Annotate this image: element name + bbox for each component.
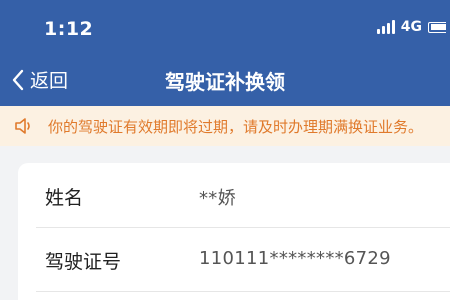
status-time: 1:12 [44, 18, 94, 40]
name-label: 姓名 [45, 187, 84, 209]
name-row: 姓名 **娇 [18, 163, 450, 227]
status-indicators: 4G [376, 19, 446, 35]
license-number-label: 驾驶证号 [45, 251, 122, 273]
app-header: 1:12 4G 返回 驾驶证补换领 [0, 0, 450, 106]
license-info-card: 姓名 **娇 驾驶证号 110111********6729 [18, 163, 450, 300]
name-value: **娇 [199, 188, 236, 209]
signal-icon [376, 20, 395, 34]
notice-text: 你的驾驶证有效期即将过期，请及时办理期满换证业务。 [48, 117, 424, 136]
back-button[interactable]: 返回 [12, 66, 68, 93]
row-divider [36, 291, 450, 292]
chevron-left-icon [12, 69, 24, 90]
speaker-icon [14, 117, 34, 135]
license-number-row: 驾驶证号 110111********6729 [18, 227, 450, 291]
license-number-value: 110111********6729 [199, 248, 391, 269]
battery-icon [428, 21, 446, 33]
network-type: 4G [400, 19, 422, 35]
back-label: 返回 [30, 70, 69, 92]
notice-banner: 你的驾驶证有效期即将过期，请及时办理期满换证业务。 [0, 106, 450, 146]
